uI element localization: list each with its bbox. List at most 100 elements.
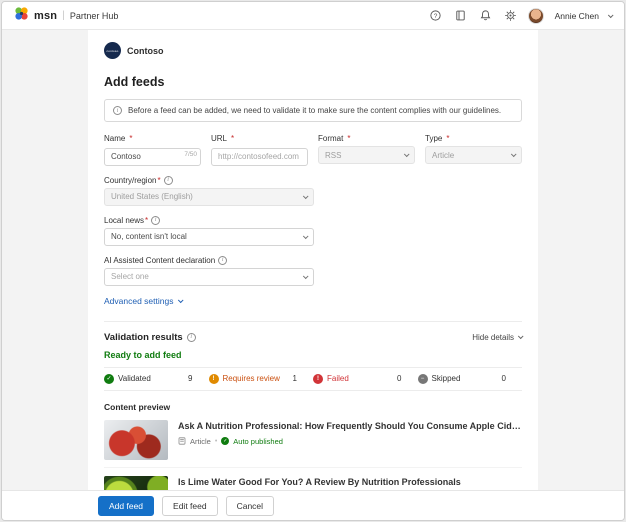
- stat-requires-review: Requires review 1: [209, 368, 314, 390]
- form-row-1: Name 7/50 URL Format RSS: [104, 134, 522, 166]
- country-value: United States (English): [111, 192, 193, 201]
- check-circle-icon: [104, 374, 114, 384]
- type-value: Article: [432, 151, 454, 160]
- format-field-group: Format RSS: [318, 134, 415, 166]
- action-bar: Add feed Edit feed Cancel: [2, 490, 624, 520]
- article-status: Auto published: [233, 437, 283, 446]
- chevron-down-icon: [303, 273, 309, 279]
- local-news-select[interactable]: No, content isn't local: [104, 228, 314, 246]
- stat-failed: Failed 0: [313, 368, 418, 390]
- account-name: Contoso: [127, 46, 164, 56]
- skipped-circle-icon: [418, 374, 428, 384]
- stat-validated: Validated 9: [104, 368, 209, 390]
- country-label-row: Country/region: [104, 176, 314, 185]
- stat-count: 0: [502, 374, 506, 383]
- validation-header: Validation results Hide details: [104, 332, 522, 343]
- user-avatar[interactable]: [528, 8, 544, 24]
- ai-declaration-label-row: AI Assisted Content declaration: [104, 256, 314, 265]
- chevron-down-icon: [518, 333, 524, 339]
- chevron-down-icon: [511, 151, 517, 157]
- partner-hub-app: msn | Partner Hub ?: [1, 1, 625, 521]
- local-news-field-group: Local news No, content isn't local: [104, 216, 314, 246]
- validation-title: Validation results: [104, 332, 183, 343]
- content-preview-title: Content preview: [104, 402, 522, 412]
- local-news-label: Local news: [104, 216, 148, 225]
- stat-skipped: Skipped 0: [418, 368, 523, 390]
- brand-name: msn: [34, 10, 57, 22]
- preview-item: Is Lime Water Good For You? A Review By …: [104, 467, 522, 491]
- hide-details-toggle[interactable]: Hide details: [472, 333, 522, 342]
- format-label: Format: [318, 134, 415, 143]
- info-icon[interactable]: [151, 216, 160, 225]
- info-banner-text: Before a feed can be added, we need to v…: [128, 106, 501, 115]
- notifications-icon[interactable]: [478, 8, 494, 24]
- url-field-group: URL: [211, 134, 308, 166]
- warning-circle-icon: [209, 374, 219, 384]
- ai-declaration-value: Select one: [111, 272, 149, 281]
- type-label: Type: [425, 134, 522, 143]
- brand: msn | Partner Hub: [14, 6, 118, 26]
- edit-feed-button[interactable]: Edit feed: [162, 496, 218, 516]
- article-meta: Article Auto published: [178, 437, 522, 446]
- advanced-settings-label: Advanced settings: [104, 296, 173, 306]
- chevron-down-icon: [404, 151, 410, 157]
- stat-label: Requires review: [223, 374, 280, 383]
- brand-separator: |: [62, 10, 65, 21]
- settings-icon[interactable]: [503, 8, 519, 24]
- section-divider: [104, 321, 522, 322]
- guide-icon[interactable]: [453, 8, 469, 24]
- info-banner: Before a feed can be added, we need to v…: [104, 99, 522, 122]
- page-title: Add feeds: [104, 75, 522, 89]
- ai-declaration-field-group: AI Assisted Content declaration Select o…: [104, 256, 314, 286]
- validation-status: Ready to add feed: [104, 350, 522, 360]
- add-feeds-card: contoso Contoso Add feeds Before a feed …: [88, 30, 538, 490]
- stat-count: 0: [397, 374, 401, 383]
- chevron-down-icon[interactable]: [608, 12, 614, 18]
- ai-declaration-select[interactable]: Select one: [104, 268, 314, 286]
- ai-declaration-label: AI Assisted Content declaration: [104, 256, 215, 265]
- country-label: Country/region: [104, 176, 161, 185]
- stat-label: Validated: [118, 374, 151, 383]
- add-feed-button[interactable]: Add feed: [98, 496, 154, 516]
- info-icon[interactable]: [187, 333, 196, 342]
- format-value: RSS: [325, 151, 341, 160]
- chevron-down-icon: [303, 193, 309, 199]
- svg-text:?: ?: [434, 13, 438, 20]
- info-icon[interactable]: [164, 176, 173, 185]
- info-icon[interactable]: [218, 256, 227, 265]
- check-circle-icon: [221, 437, 229, 445]
- top-bar: msn | Partner Hub ?: [2, 2, 624, 30]
- contoso-logo-icon: contoso: [104, 42, 121, 59]
- user-name[interactable]: Annie Chen: [555, 11, 599, 21]
- article-thumbnail: [104, 476, 168, 491]
- top-bar-actions: ? Anni: [428, 8, 612, 24]
- preview-item: Ask A Nutrition Professional: How Freque…: [104, 412, 522, 467]
- format-select: RSS: [318, 146, 415, 164]
- article-doc-icon: [178, 437, 186, 445]
- feedback-icon[interactable]: ?: [428, 8, 444, 24]
- article-thumbnail: [104, 420, 168, 460]
- cancel-button[interactable]: Cancel: [226, 496, 274, 516]
- stat-label: Failed: [327, 374, 349, 383]
- article-title: Is Lime Water Good For You? A Review By …: [178, 476, 522, 488]
- country-select: United States (English): [104, 188, 314, 206]
- validation-stats-row: Validated 9 Requires review 1 Failed 0 S…: [104, 367, 522, 391]
- info-icon: [113, 106, 122, 115]
- msn-butterfly-logo-icon: [14, 6, 29, 26]
- url-input[interactable]: [211, 148, 308, 166]
- chevron-down-icon: [303, 233, 309, 239]
- dot-separator: [215, 438, 217, 445]
- advanced-settings-toggle[interactable]: Advanced settings: [104, 296, 182, 306]
- article-type: Article: [190, 437, 211, 446]
- error-circle-icon: [313, 374, 323, 384]
- name-label: Name: [104, 134, 201, 143]
- local-news-value: No, content isn't local: [111, 232, 187, 241]
- account-chip: contoso Contoso: [104, 42, 522, 59]
- article-title: Ask A Nutrition Professional: How Freque…: [178, 420, 522, 432]
- stat-count: 9: [188, 374, 192, 383]
- type-select: Article: [425, 146, 522, 164]
- name-char-counter: 7/50: [184, 151, 197, 158]
- type-field-group: Type Article: [425, 134, 522, 166]
- page-body: contoso Contoso Add feeds Before a feed …: [2, 30, 624, 490]
- product-name: Partner Hub: [70, 11, 119, 21]
